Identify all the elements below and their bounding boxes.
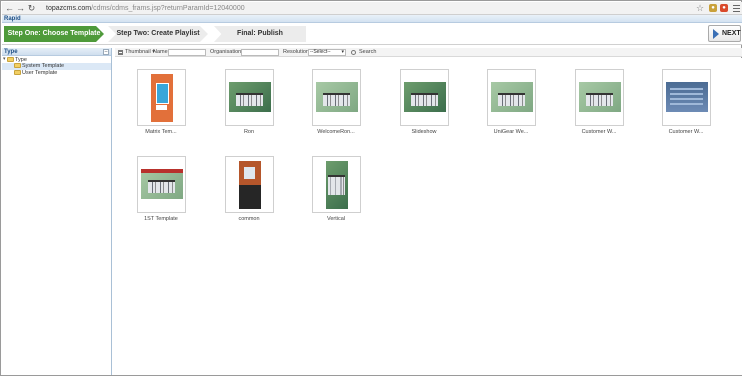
forward-arrow-icon[interactable]: → (15, 3, 26, 14)
template-preview-image (228, 82, 271, 112)
search-button[interactable]: Search (359, 48, 376, 57)
address-bar[interactable]: topazcms.com/cdms/cdms_frams.jsp?returnP… (46, 3, 245, 14)
template-thumbnail[interactable] (311, 69, 361, 126)
template-card[interactable]: Ron (219, 69, 279, 135)
search-icon[interactable] (351, 50, 356, 55)
template-card[interactable]: 1ST Template (131, 156, 191, 222)
extension-icon[interactable]: ● (720, 4, 728, 12)
browser-menu-icon[interactable] (733, 5, 740, 12)
name-input[interactable] (168, 49, 206, 56)
back-arrow-icon[interactable]: ← (4, 3, 15, 14)
template-preview-image (578, 82, 621, 112)
template-caption: Customer W... (581, 129, 617, 135)
template-card[interactable]: UniGear We... (481, 69, 541, 135)
template-preview-image (315, 82, 358, 112)
template-preview-image (150, 74, 173, 122)
template-card[interactable]: WelcomeRon... (306, 69, 366, 135)
template-preview-image (325, 161, 348, 209)
filter-toolbar: Thumbnail ▾ Name: Organisation: Resoluti… (115, 48, 742, 57)
template-thumbnail[interactable] (486, 69, 536, 126)
resolution-label: Resolution: (283, 49, 311, 55)
resolution-select[interactable]: --Select-- ▾ (308, 49, 346, 56)
step-create-playlist[interactable]: Step Two: Create Playlist (108, 26, 208, 42)
template-caption: WelcomeRon... (317, 129, 355, 135)
tree-label: User Template (22, 70, 58, 76)
type-sidebar: Type – ▾ Type System Template User Templa… (2, 48, 112, 375)
extension-icon[interactable]: ● (709, 4, 717, 12)
app-title: Rapid (4, 16, 21, 22)
organisation-input[interactable] (241, 49, 279, 56)
template-card[interactable]: Customer W... (656, 69, 716, 135)
template-thumbnail[interactable] (136, 156, 186, 213)
tree-item-system-template[interactable]: System Template (2, 63, 111, 70)
folder-icon (14, 70, 21, 76)
template-caption: common (238, 216, 260, 222)
collapse-sidebar-icon[interactable]: – (103, 49, 109, 55)
template-thumbnail[interactable] (224, 156, 274, 213)
template-preview-image (140, 169, 183, 199)
tree-item-user-template[interactable]: User Template (2, 70, 111, 77)
template-thumbnail[interactable] (311, 156, 361, 213)
template-caption: Customer W... (668, 129, 704, 135)
template-card[interactable]: common (219, 156, 279, 222)
template-caption: Matrix Tem... (145, 129, 177, 135)
template-preview-image (403, 82, 446, 112)
chevron-down-icon: ▾ (341, 49, 344, 55)
template-preview-image (490, 82, 533, 112)
template-card[interactable]: Customer W... (569, 69, 629, 135)
tree-item-type[interactable]: ▾ Type (2, 56, 111, 63)
view-mode-dropdown[interactable]: Thumbnail ▾ (125, 48, 155, 57)
template-thumbnail[interactable] (224, 69, 274, 126)
folder-icon (7, 57, 14, 62)
step-choose-template[interactable]: Step One: Choose Template (4, 26, 104, 42)
reload-icon[interactable]: ↻ (26, 3, 37, 14)
template-thumbnail[interactable] (574, 69, 624, 126)
resolution-value: --Select-- (310, 49, 331, 55)
folder-icon (14, 63, 21, 69)
organisation-label: Organisation: (210, 49, 243, 55)
app-title-bar: Rapid (2, 15, 742, 23)
template-preview-image (238, 161, 261, 209)
template-card[interactable]: Slideshow (394, 69, 454, 135)
sidebar-title: Type (4, 49, 18, 55)
template-grid: Matrix Tem... Ron WelcomeRon... Slidesho… (115, 58, 742, 375)
url-host: topazcms.com (46, 5, 92, 12)
tree-label: System Template (22, 63, 65, 69)
template-caption: 1ST Template (144, 216, 178, 222)
next-button-label: NEXT (722, 30, 741, 37)
bookmark-star-icon[interactable]: ☆ (696, 2, 704, 14)
app-window: ← → ↻ topazcms.com/cdms/cdms_frams.jsp?r… (0, 0, 742, 376)
template-caption: Vertical (326, 216, 346, 222)
view-mode-label: Thumbnail (125, 49, 151, 55)
url-path: /cdms/cdms_frams.jsp?returnParamId=12040… (91, 5, 245, 12)
template-caption: Slideshow (411, 129, 437, 135)
sidebar-header: Type – (2, 48, 111, 56)
template-card[interactable]: Vertical (306, 156, 366, 222)
wizard-steps: Step One: Choose Template Step Two: Crea… (2, 23, 742, 45)
template-preview-image (665, 82, 708, 112)
next-arrow-icon (713, 29, 719, 39)
template-caption: UniGear We... (493, 129, 529, 135)
thumbnail-view-icon (118, 50, 123, 55)
browser-toolbar: ← → ↻ topazcms.com/cdms/cdms_frams.jsp?r… (2, 2, 742, 15)
template-thumbnail[interactable] (136, 69, 186, 126)
name-label: Name: (153, 49, 170, 55)
step-publish[interactable]: Final: Publish (214, 26, 306, 42)
template-caption: Ron (243, 129, 255, 135)
template-card[interactable]: Matrix Tem... (131, 69, 191, 135)
template-thumbnail[interactable] (661, 69, 711, 126)
next-button[interactable]: NEXT (708, 25, 741, 42)
template-thumbnail[interactable] (399, 69, 449, 126)
